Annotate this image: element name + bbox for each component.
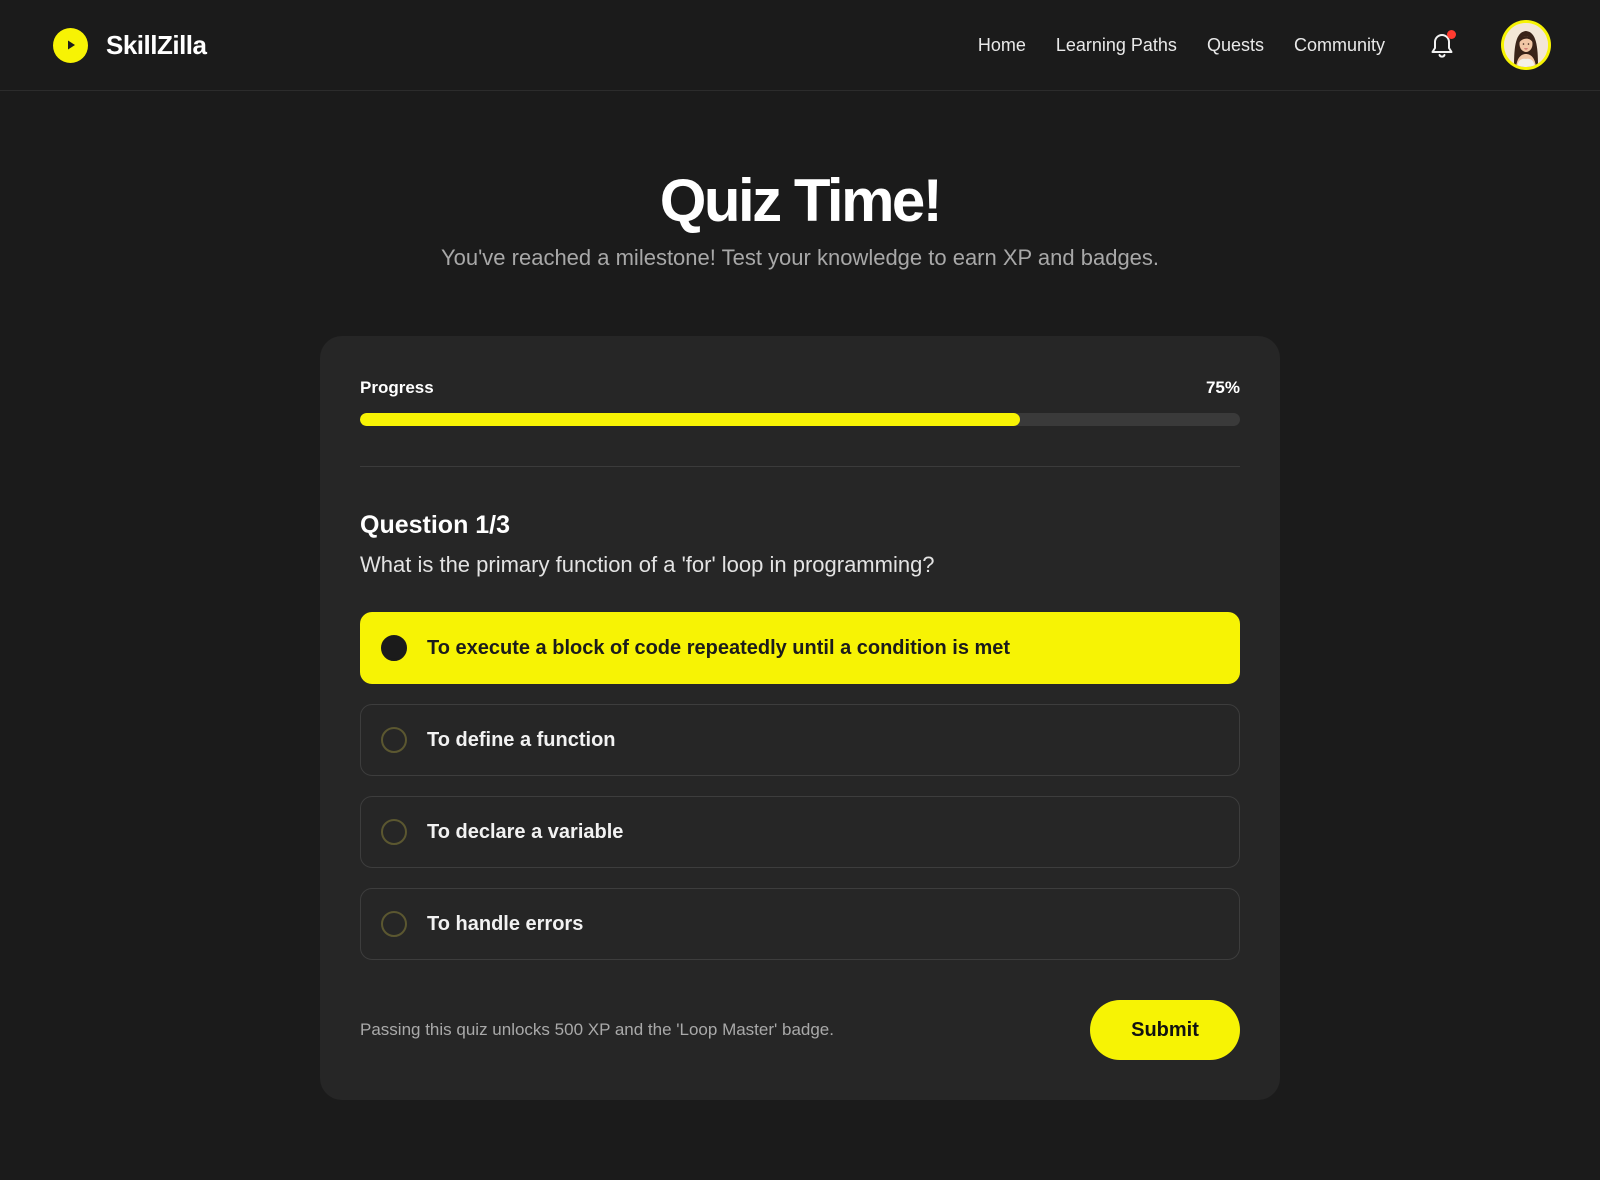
page-title: Quiz Time! bbox=[659, 167, 943, 234]
brand[interactable]: SkillZilla bbox=[53, 27, 207, 63]
reward-note: Passing this quiz unlocks 500 XP and the… bbox=[360, 1020, 834, 1039]
user-avatar[interactable] bbox=[1501, 20, 1551, 70]
progress-label: Progress bbox=[360, 378, 434, 397]
progress-header: Progress 75% bbox=[360, 376, 1240, 400]
page-subtitle: You've reached a milestone! Test your kn… bbox=[440, 245, 1160, 270]
radio-button[interactable] bbox=[381, 911, 407, 937]
answer-option-1[interactable]: To execute a block of code repeatedly un… bbox=[360, 612, 1240, 684]
avatar-image bbox=[1504, 23, 1548, 67]
brand-name: SkillZilla bbox=[106, 29, 207, 60]
quiz-card: Progress 75% Question 1/3 What is the pr… bbox=[320, 336, 1280, 1100]
notification-dot bbox=[1447, 30, 1456, 39]
question-number: Question 1/3 bbox=[360, 511, 511, 539]
play-icon bbox=[53, 27, 88, 63]
nav-link-community[interactable]: Community bbox=[1294, 35, 1385, 56]
answer-option-3[interactable]: To declare a variable bbox=[360, 796, 1240, 868]
quiz-footer: Passing this quiz unlocks 500 XP and the… bbox=[360, 1000, 1240, 1060]
submit-button[interactable]: Submit bbox=[1090, 1000, 1240, 1060]
answer-option-label: To declare a variable bbox=[427, 820, 624, 843]
radio-button[interactable] bbox=[381, 635, 407, 661]
nav-link-quests[interactable]: Quests bbox=[1207, 35, 1264, 56]
answer-option-4[interactable]: To handle errors bbox=[360, 888, 1240, 960]
question-text: What is the primary function of a 'for' … bbox=[360, 552, 935, 577]
hero: Quiz Time! You've reached a milestone! T… bbox=[0, 163, 1600, 273]
radio-button[interactable] bbox=[381, 819, 407, 845]
answer-options: To execute a block of code repeatedly un… bbox=[360, 612, 1240, 960]
top-navbar: SkillZilla Home Learning Paths Quests Co… bbox=[0, 0, 1600, 91]
answer-option-label: To handle errors bbox=[427, 912, 584, 935]
answer-option-label: To define a function bbox=[427, 728, 616, 751]
nav-link-learning-paths[interactable]: Learning Paths bbox=[1056, 35, 1177, 56]
progress-fill bbox=[360, 413, 1020, 426]
main-nav: Home Learning Paths Quests Community bbox=[978, 35, 1385, 56]
progress-bar bbox=[360, 413, 1240, 426]
answer-option-label: To execute a block of code repeatedly un… bbox=[427, 636, 1011, 659]
nav-link-home[interactable]: Home bbox=[978, 35, 1026, 56]
radio-button[interactable] bbox=[381, 727, 407, 753]
notifications-button[interactable] bbox=[1427, 29, 1457, 61]
divider bbox=[360, 466, 1240, 467]
answer-option-2[interactable]: To define a function bbox=[360, 704, 1240, 776]
progress-percent: 75% bbox=[1205, 378, 1240, 397]
